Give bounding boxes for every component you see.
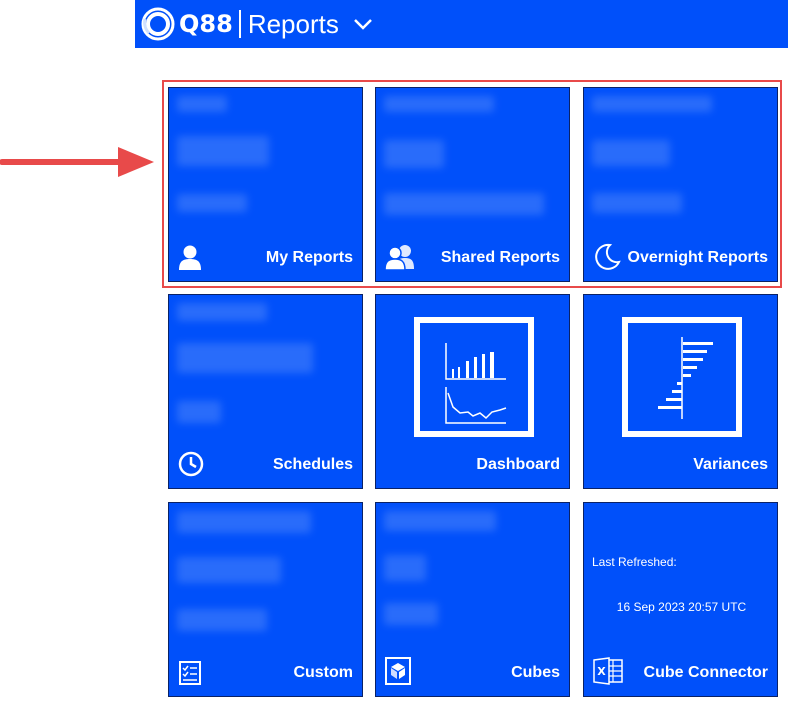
page-title: Reports [247, 8, 339, 39]
logo-ring-icon [141, 7, 175, 41]
checklist-icon [179, 661, 201, 685]
tile-variances[interactable]: Variances [583, 294, 778, 489]
last-refreshed-value: 16 Sep 2023 20:57 UTC [616, 600, 747, 614]
q88-logo[interactable]: Q88 [141, 7, 233, 41]
dashboard-chart-icon [414, 317, 534, 437]
cube-icon [385, 657, 411, 685]
tile-label: Custom [293, 664, 353, 681]
moon-icon [595, 243, 621, 270]
tile-dashboard[interactable]: Dashboard [375, 294, 570, 489]
tile-label: Schedules [272, 456, 353, 473]
header-separator [238, 10, 241, 38]
tile-overnight-reports[interactable]: Overnight Reports [583, 87, 778, 282]
tile-cubes[interactable]: Cubes [375, 502, 570, 697]
app-header: Q88 Reports [135, 0, 788, 48]
tile-label: Variances [693, 456, 768, 473]
tile-my-reports[interactable]: My Reports [168, 87, 363, 282]
chevron-down-icon[interactable] [353, 17, 373, 31]
tile-label: Shared Reports [440, 249, 560, 266]
tile-label: My Reports [265, 249, 353, 266]
annotation-arrow-icon [0, 147, 154, 177]
tile-schedules[interactable]: Schedules [168, 294, 363, 489]
users-icon [385, 245, 414, 270]
clock-icon [178, 451, 204, 477]
tile-label: Dashboard [476, 456, 560, 473]
tile-shared-reports[interactable]: Shared Reports [375, 87, 570, 282]
excel-icon: X [593, 657, 623, 685]
variance-chart-icon [622, 317, 742, 437]
tile-custom[interactable]: Custom [168, 502, 363, 697]
svg-text:X: X [597, 665, 606, 678]
tile-label: Overnight Reports [627, 249, 768, 266]
tile-label: Cubes [511, 664, 560, 681]
user-icon [179, 245, 201, 270]
logo-text: Q88 [179, 10, 233, 38]
tile-label: Cube Connector [643, 664, 768, 681]
last-refreshed-label: Last Refreshed: [592, 555, 677, 569]
tile-cube-connector[interactable]: Last Refreshed: 16 Sep 2023 20:57 UTC X … [583, 502, 778, 697]
